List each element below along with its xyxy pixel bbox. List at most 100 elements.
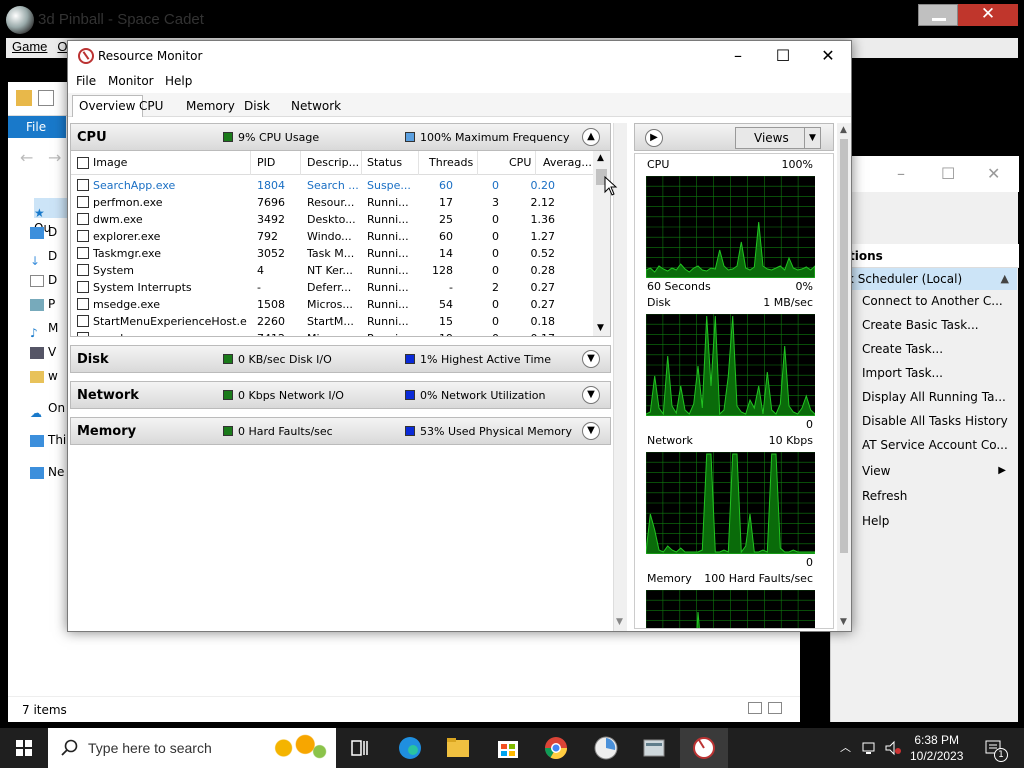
- col-threads[interactable]: Threads: [429, 156, 473, 169]
- row-checkbox[interactable]: [77, 281, 89, 293]
- scroll-up-icon[interactable]: ▲: [597, 153, 604, 163]
- nav-downloads[interactable]: ↓ D: [30, 246, 70, 268]
- resmon-minimize-button[interactable]: –: [716, 45, 760, 67]
- action-connect[interactable]: Connect to Another C...: [862, 290, 1018, 312]
- table-row[interactable]: System Interrupts - Deferr... Runni... - 2 0.2…: [71, 279, 593, 296]
- row-checkbox[interactable]: [77, 213, 89, 225]
- expand-chevron-down-icon[interactable]: ▼: [582, 350, 600, 368]
- menu-monitor[interactable]: Monitor: [108, 74, 154, 88]
- tab-memory[interactable]: Memory: [180, 97, 241, 117]
- pinball-minimize-button[interactable]: [918, 4, 958, 26]
- clock[interactable]: 6:38 PM 10/2/2023: [910, 732, 963, 764]
- task-view-button[interactable]: [336, 728, 384, 768]
- scroll-thumb[interactable]: [840, 139, 848, 553]
- action-view[interactable]: View ▶: [862, 460, 1018, 482]
- network-status-icon[interactable]: [862, 740, 878, 756]
- col-status[interactable]: Status: [367, 156, 402, 169]
- taskbar-perfmon[interactable]: [582, 728, 630, 768]
- action-import-task[interactable]: Import Task...: [862, 362, 1018, 384]
- nav-pictures[interactable]: P: [30, 294, 70, 314]
- show-hidden-icons-chevron-icon[interactable]: ︿: [840, 739, 851, 755]
- table-row[interactable]: System 4 NT Ker... Runni... 128 0 0.28: [71, 262, 593, 279]
- nav-onedrive[interactable]: ☁ On: [30, 398, 70, 420]
- properties-icon[interactable]: [38, 90, 54, 106]
- row-checkbox[interactable]: [77, 179, 89, 191]
- action-display-running[interactable]: Display All Running Ta...: [862, 386, 1018, 408]
- col-average[interactable]: Averag...: [543, 156, 592, 169]
- action-refresh[interactable]: Refresh: [862, 485, 1018, 507]
- tab-overview[interactable]: Overview: [72, 95, 143, 117]
- taskbar-file-explorer[interactable]: [434, 728, 482, 768]
- action-disable-history[interactable]: Disable All Tasks History: [862, 410, 1018, 432]
- resmon-maximize-button[interactable]: ☐: [761, 45, 805, 67]
- task-scheduler-local-item[interactable]: k Scheduler (Local) ▲: [831, 268, 1017, 290]
- details-view-icon[interactable]: [748, 702, 762, 714]
- start-button[interactable]: [0, 728, 48, 768]
- pinball-close-button[interactable]: ✕: [958, 4, 1018, 26]
- nav-desktop[interactable]: D: [30, 222, 70, 242]
- menu-help[interactable]: Help: [165, 74, 192, 88]
- row-checkbox[interactable]: [77, 264, 89, 276]
- views-dropdown[interactable]: Views ▼: [735, 127, 821, 149]
- expand-chevron-down-icon[interactable]: ▼: [582, 386, 600, 404]
- collapse-chevron-up-icon[interactable]: ▲: [582, 128, 600, 146]
- collapse-pane-arrow-icon[interactable]: ▶: [645, 129, 663, 147]
- table-row[interactable]: dwm.exe 3492 Deskto... Runni... 25 0 1.36: [71, 211, 593, 228]
- explorer-file-tab[interactable]: File: [8, 116, 66, 138]
- tab-disk[interactable]: Disk: [238, 97, 276, 117]
- table-row[interactable]: Taskmgr.exe 3052 Task M... Runni... 14 0 0.52: [71, 245, 593, 262]
- nav-music[interactable]: ♪ M: [30, 318, 70, 340]
- taskbar-resource-monitor[interactable]: [680, 728, 728, 768]
- row-checkbox[interactable]: [77, 247, 89, 259]
- table-row[interactable]: explorer.exe 792 Windo... Runni... 60 0 1.27: [71, 228, 593, 245]
- table-row[interactable]: msedge.exe 7412 Micros... Runni...19 0 0.17: [71, 330, 593, 336]
- network-section-header[interactable]: Network 0 Kbps Network I/O 0% Network Ut…: [70, 381, 611, 409]
- ts-close-button[interactable]: ✕: [987, 164, 1000, 183]
- row-checkbox[interactable]: [77, 298, 89, 310]
- action-at-service[interactable]: AT Service Account Co...: [862, 434, 1018, 456]
- row-checkbox[interactable]: [77, 230, 89, 242]
- nav-network[interactable]: Ne: [30, 462, 70, 482]
- ts-maximize-button[interactable]: ☐: [941, 164, 955, 183]
- scroll-up-icon[interactable]: ▲: [840, 125, 847, 135]
- table-row[interactable]: SearchApp.exe 1804 Search ... Suspe... 60 0 0.…: [71, 177, 593, 194]
- memory-section-header[interactable]: Memory 0 Hard Faults/sec 53% Used Physic…: [70, 417, 611, 445]
- ts-minimize-button[interactable]: –: [897, 164, 905, 183]
- pinball-menu-game[interactable]: Game: [12, 38, 47, 56]
- nav-folder[interactable]: w: [30, 366, 70, 386]
- taskbar-store[interactable]: [484, 728, 532, 768]
- taskbar-search-box[interactable]: Type here to search: [48, 728, 336, 768]
- nav-quick-access[interactable]: ★Qu: [34, 198, 68, 235]
- taskbar-edge[interactable]: [386, 728, 434, 768]
- col-pid[interactable]: PID: [257, 156, 275, 169]
- expand-chevron-down-icon[interactable]: ▼: [582, 422, 600, 440]
- row-checkbox[interactable]: [77, 196, 89, 208]
- row-checkbox[interactable]: [77, 332, 89, 336]
- graph-pane-scrollbar[interactable]: ▲ ▼: [837, 123, 851, 631]
- volume-muted-icon[interactable]: [884, 740, 902, 756]
- dropdown-arrow-icon[interactable]: ▼: [804, 128, 820, 148]
- table-row[interactable]: StartMenuExperienceHost.exe 2260 StartM...…: [71, 313, 593, 330]
- scroll-down-icon[interactable]: ▼: [840, 617, 847, 627]
- large-icons-view-icon[interactable]: [768, 702, 782, 714]
- tab-network[interactable]: Network: [285, 97, 347, 117]
- table-row[interactable]: perfmon.exe 7696 Resour... Runni... 17 3 2.12: [71, 194, 593, 211]
- disk-section-header[interactable]: Disk 0 KB/sec Disk I/O 1% Highest Active…: [70, 345, 611, 373]
- cpu-section-header[interactable]: CPU 9% CPU Usage 100% Maximum Frequency …: [70, 123, 611, 151]
- col-description[interactable]: Descrip...: [307, 156, 359, 169]
- nav-documents[interactable]: D: [30, 270, 70, 290]
- action-create-task[interactable]: Create Task...: [862, 338, 1018, 360]
- scroll-down-icon[interactable]: ▼: [616, 617, 623, 627]
- row-checkbox[interactable]: [77, 315, 89, 327]
- back-arrow-icon[interactable]: ←: [20, 148, 33, 167]
- table-row[interactable]: msedge.exe 1508 Micros... Runni... 54 0 0.27: [71, 296, 593, 313]
- action-help[interactable]: Help: [862, 510, 1018, 532]
- menu-file[interactable]: File: [76, 74, 96, 88]
- collapse-triangle-icon[interactable]: ▲: [1001, 268, 1009, 290]
- nav-this-pc[interactable]: Thi: [30, 430, 70, 450]
- resmon-close-button[interactable]: ✕: [806, 45, 850, 67]
- select-all-checkbox[interactable]: [77, 157, 89, 169]
- col-cpu[interactable]: CPU: [509, 156, 531, 169]
- action-create-basic-task[interactable]: Create Basic Task...: [862, 314, 1018, 336]
- forward-arrow-icon[interactable]: →: [48, 148, 61, 167]
